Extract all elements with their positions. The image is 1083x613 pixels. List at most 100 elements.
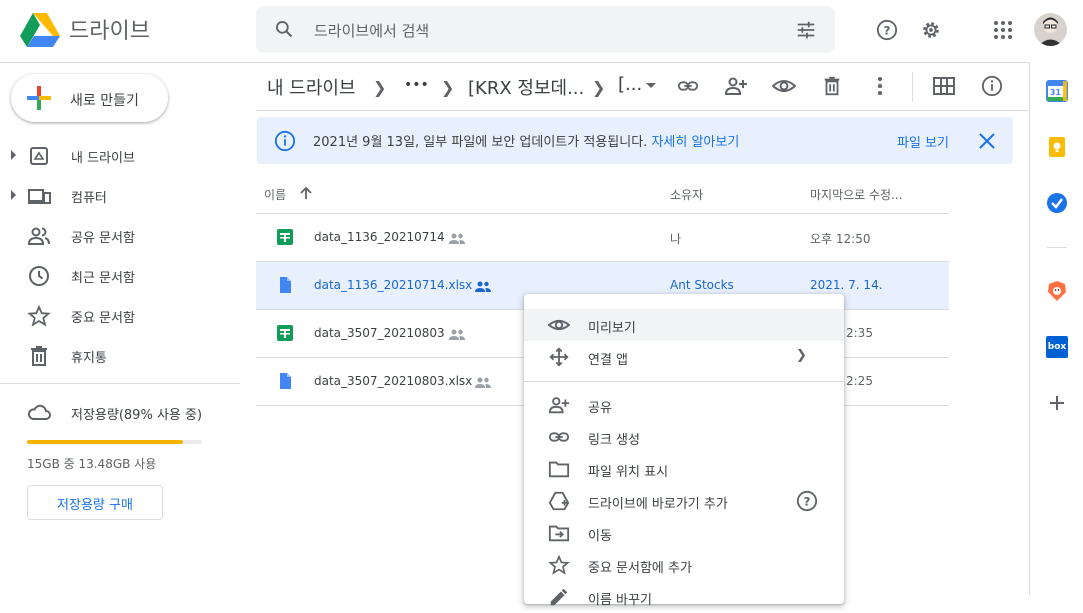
menu-item-label: 드라이브에 바로가기 추가 (588, 497, 728, 512)
menu-item-preview[interactable]: 미리보기 (524, 309, 844, 341)
menu-item-label: 중요 문서함에 추가 (588, 561, 692, 576)
add-person-icon[interactable] (724, 74, 748, 98)
trash-icon (27, 344, 51, 368)
menu-item-move[interactable]: 이동 (524, 517, 844, 549)
sidebar-item-computers[interactable]: 컴퓨터 (0, 175, 240, 215)
shared-people-icon (448, 326, 466, 340)
chevron-right-icon: ❯ (796, 348, 807, 363)
more-vert-icon[interactable] (868, 74, 892, 98)
menu-divider (524, 381, 844, 382)
keep-notes-icon[interactable] (1046, 136, 1068, 158)
close-icon[interactable] (975, 129, 999, 153)
file-name: data_3507_20210803 (314, 326, 445, 340)
search-options-icon[interactable] (794, 18, 818, 42)
expand-arrow-icon[interactable] (11, 150, 16, 160)
dropdown-arrow-icon[interactable] (646, 83, 656, 88)
grid-view-icon[interactable] (932, 74, 956, 98)
info-icon[interactable] (980, 74, 1004, 98)
app-title: 드라이브 (69, 19, 150, 44)
search-icon[interactable] (272, 17, 296, 41)
document-icon (276, 372, 294, 390)
menu-item-rename[interactable]: 이름 바꾸기 (524, 581, 844, 613)
menu-item-get-link[interactable]: 링크 생성 (524, 421, 844, 453)
sidebar-item-label: 휴지통 (71, 351, 107, 366)
sidebar-item-trash[interactable]: 휴지통 (0, 335, 240, 375)
shared-people-icon (474, 374, 492, 388)
plus-icon (27, 86, 51, 110)
expand-arrow-icon[interactable] (11, 190, 16, 200)
trash-icon[interactable] (820, 74, 844, 98)
google-sheets-icon (276, 324, 294, 342)
chevron-right-icon: ❯ (592, 78, 606, 97)
sidebar-item-recent[interactable]: 최근 문서함 (0, 255, 240, 295)
column-header-owner[interactable]: 소유자 (670, 186, 703, 203)
star-icon (548, 554, 570, 576)
shared-people-icon (27, 224, 51, 248)
apps-grid-icon[interactable] (991, 18, 1015, 42)
sidebar-item-shared[interactable]: 공유 문서함 (0, 215, 240, 255)
file-owner: Ant Stocks (670, 278, 734, 292)
help-icon[interactable]: ? (875, 18, 899, 42)
view-files-button[interactable]: 파일 보기 (897, 132, 949, 151)
calendar-day: 31 (1050, 88, 1062, 97)
menu-item-label: 연결 앱 (588, 353, 629, 368)
column-header-modified[interactable]: 마지막으로 수정... (810, 186, 903, 203)
menu-item-share[interactable]: 공유 (524, 389, 844, 421)
box-addon-icon[interactable]: box (1046, 336, 1068, 358)
learn-more-link[interactable]: 자세히 알아보기 (651, 135, 739, 150)
breadcrumb-root[interactable]: 내 드라이브 (267, 74, 356, 100)
clock-icon (27, 264, 51, 288)
menu-item-add-starred[interactable]: 중요 문서함에 추가 (524, 549, 844, 581)
link-icon[interactable] (676, 74, 700, 98)
storage-label[interactable]: 저장용량(89% 사용 중) (71, 404, 202, 423)
lion-addon-icon[interactable] (1046, 280, 1068, 302)
sort-arrow-up-icon[interactable] (299, 185, 315, 201)
file-name: data_1136_20210714.xlsx (314, 278, 473, 292)
new-button[interactable]: 새로 만들기 (11, 74, 168, 122)
menu-item-add-shortcut[interactable]: 드라이브에 바로가기 추가 ? (524, 485, 844, 517)
menu-item-label: 링크 생성 (588, 433, 640, 448)
banner-message: 2021년 9월 13일, 일부 파일에 보안 업데이트가 적용됩니다. 자세히… (313, 131, 739, 150)
file-modified: 2:25 (846, 374, 873, 388)
avatar[interactable] (1034, 13, 1067, 46)
banner-message-text: 2021년 9월 13일, 일부 파일에 보안 업데이트가 적용됩니다. (313, 135, 648, 150)
menu-item-open-with[interactable]: 연결 앱 ❯ (524, 341, 844, 373)
menu-item-label: 이동 (588, 529, 612, 544)
file-owner: 나 (670, 232, 682, 246)
move-arrows-icon (548, 346, 570, 368)
folder-icon (548, 458, 570, 480)
buy-storage-button[interactable]: 저장용량 구매 (27, 485, 163, 520)
search-input[interactable] (312, 6, 756, 55)
help-icon[interactable]: ? (796, 490, 818, 512)
shared-people-icon (474, 278, 492, 292)
svg-text:?: ? (804, 495, 811, 509)
add-person-icon (548, 394, 570, 416)
file-name: data_1136_20210714 (314, 230, 445, 244)
tasks-icon[interactable] (1046, 192, 1068, 214)
settings-gear-icon[interactable] (919, 18, 943, 42)
search-bar[interactable] (256, 6, 835, 55)
security-update-banner: 2021년 9월 13일, 일부 파일에 보안 업데이트가 적용됩니다. 자세히… (257, 117, 1013, 164)
sidebar-item-my-drive[interactable]: 내 드라이브 (0, 135, 240, 175)
my-drive-icon (27, 144, 51, 168)
breadcrumb-folder[interactable]: [KRX 정보데... (468, 74, 584, 100)
calendar-icon[interactable]: 31 (1046, 80, 1068, 102)
file-modified: 2:35 (846, 326, 873, 340)
sidebar-item-label: 공유 문서함 (71, 231, 135, 246)
drive-logo[interactable] (20, 12, 60, 48)
storage-bar-fill (27, 440, 183, 444)
computer-icon (27, 184, 51, 208)
breadcrumb-current[interactable]: [... (618, 74, 642, 95)
info-icon (273, 129, 297, 153)
column-header-name[interactable]: 이름 (264, 186, 286, 203)
sidebar-item-starred[interactable]: 중요 문서함 (0, 295, 240, 335)
table-row[interactable]: data_1136_20210714 나 오후 12:50 (256, 214, 949, 262)
toolbar-divider (912, 72, 913, 102)
breadcrumb-ellipsis[interactable]: ••• (404, 77, 429, 93)
menu-item-show-location[interactable]: 파일 위치 표시 (524, 453, 844, 485)
add-addon-icon[interactable] (1046, 392, 1068, 414)
cloud-icon (27, 402, 51, 426)
eye-icon[interactable] (772, 74, 796, 98)
storage-usage-text: 15GB 중 13.48GB 사용 (27, 457, 157, 471)
storage-bar (27, 440, 202, 444)
